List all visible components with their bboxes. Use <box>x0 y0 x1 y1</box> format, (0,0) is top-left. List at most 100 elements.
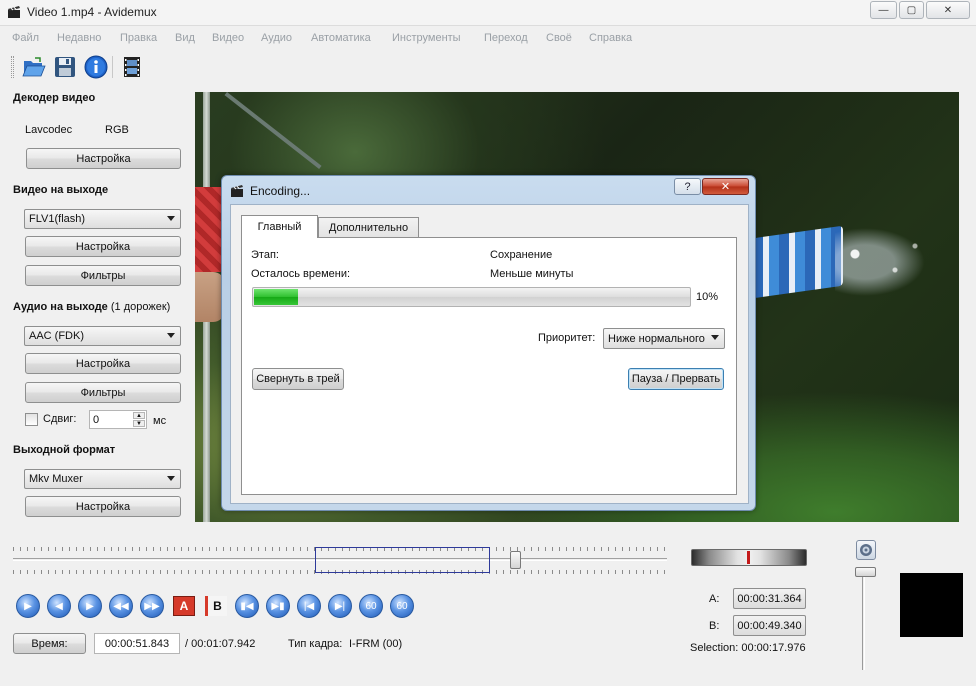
settings-panel: Декодер видео Lavcodec RGB Настройка Вид… <box>0 86 192 526</box>
frame-type-value: I-FRM (00) <box>349 638 403 650</box>
film-icon <box>124 57 140 77</box>
tab-panel: Этап: Сохранение Осталось времени: Меньш… <box>241 237 737 495</box>
current-time-field[interactable]: 00:00:51.843 <box>94 633 180 654</box>
clapperboard-icon <box>231 185 243 197</box>
tab-advanced[interactable]: Дополнительно <box>318 217 419 237</box>
back-60s-button[interactable]: 60 <box>359 594 383 618</box>
encoding-dialog: Encoding... ? ✕ Главный Дополнительно Эт… <box>221 175 756 511</box>
audio-config-button[interactable]: Настройка <box>25 353 181 374</box>
decoder-config-button[interactable]: Настройка <box>26 148 181 169</box>
marker-a-time[interactable]: 00:00:31.364 <box>733 588 806 609</box>
video-filters-button[interactable]: Фильтры <box>25 265 181 286</box>
timeline-thumb[interactable] <box>510 551 521 569</box>
shift-unit: мс <box>153 415 167 427</box>
menu-audio[interactable]: Аудио <box>261 32 292 44</box>
muxer-select[interactable]: Mkv Muxer <box>24 469 181 489</box>
minimize-to-tray-button[interactable]: Свернуть в трей <box>252 368 344 390</box>
goto-b-icon: ▶▮ <box>271 600 285 612</box>
arrow-left-icon: ◀ <box>55 600 63 612</box>
audio-codec-select[interactable]: AAC (FDK) <box>24 326 181 346</box>
go-to-marker-a-button[interactable]: ▮◀ <box>235 594 259 618</box>
pause-abort-button[interactable]: Пауза / Прервать <box>628 368 724 390</box>
priority-select[interactable]: Ниже нормального <box>603 328 725 349</box>
marker-a-icon: A <box>179 599 189 613</box>
set-marker-a-button[interactable]: A <box>173 596 195 616</box>
chevron-down-icon <box>711 335 719 340</box>
audio-codec-value: AAC (FDK) <box>29 330 84 342</box>
arrow-right-icon: ▶ <box>86 600 94 612</box>
goto-a-icon: ▮◀ <box>240 600 254 612</box>
previous-frame-button[interactable]: ◀ <box>47 594 71 618</box>
phase-value: Сохранение <box>490 249 553 261</box>
video-sleeve <box>195 187 223 272</box>
info-icon <box>84 55 108 79</box>
jog-shuttle[interactable] <box>691 549 807 566</box>
shift-value: 0 <box>93 414 100 426</box>
menu-view[interactable]: Вид <box>175 32 195 44</box>
video-tube <box>753 225 843 299</box>
video-splash <box>835 222 935 302</box>
volume-slider[interactable] <box>862 567 865 670</box>
go-to-marker-b-button[interactable]: ▶▮ <box>266 594 290 618</box>
menu-edit[interactable]: Правка <box>120 32 157 44</box>
muxer-value: Mkv Muxer <box>29 473 83 485</box>
dialog-title: Encoding... <box>250 184 311 198</box>
info-button[interactable] <box>83 54 109 80</box>
next-black-frame-button[interactable]: ▶| <box>328 594 352 618</box>
set-marker-b-button[interactable]: B <box>205 596 227 616</box>
shift-checkbox[interactable] <box>25 413 38 426</box>
selection-duration: Selection: 00:00:17.976 <box>690 642 806 654</box>
marker-b-time[interactable]: 00:00:49.340 <box>733 615 806 636</box>
menu-help[interactable]: Справка <box>589 32 632 44</box>
forward-60s-button[interactable]: 60 <box>390 594 414 618</box>
next-keyframe-button[interactable]: ▶▶ <box>140 594 164 618</box>
video-codec-value: FLV1(flash) <box>29 213 86 225</box>
video-properties-button[interactable] <box>119 54 145 80</box>
decoder-title: Декодер видео <box>13 92 96 104</box>
audio-track-count: (1 дорожек) <box>110 301 171 313</box>
speaker-icon <box>860 544 872 556</box>
progress-fill <box>254 289 298 305</box>
volume-button[interactable] <box>856 540 876 560</box>
previous-keyframe-button[interactable]: ◀◀ <box>109 594 133 618</box>
video-codec-select[interactable]: FLV1(flash) <box>24 209 181 229</box>
menu-video[interactable]: Видео <box>212 32 244 44</box>
audio-filters-button[interactable]: Фильтры <box>25 382 181 403</box>
play-button[interactable]: ▶ <box>16 594 40 618</box>
save-button[interactable] <box>52 54 78 80</box>
tab-main[interactable]: Главный <box>241 215 318 238</box>
decoder-name: Lavcodec <box>25 124 73 136</box>
audio-output-label: Аудио на выходе <box>13 301 108 313</box>
menu-file[interactable]: Файл <box>12 32 39 44</box>
menu-auto[interactable]: Автоматика <box>311 32 371 44</box>
minimize-button[interactable]: — <box>870 1 897 19</box>
video-output-title: Видео на выходе <box>13 184 109 196</box>
previous-black-frame-button[interactable]: |◀ <box>297 594 321 618</box>
volume-thumb[interactable] <box>855 567 876 577</box>
total-duration: / 00:01:07.942 <box>185 638 256 650</box>
spin-down-icon[interactable]: ▼ <box>133 420 145 427</box>
progress-percent: 10% <box>696 291 719 303</box>
menu-bar: Файл Недавно Правка Вид Видео Аудио Авто… <box>0 28 976 48</box>
spin-up-icon[interactable]: ▲ <box>133 412 145 419</box>
open-button[interactable] <box>21 54 47 80</box>
next-frame-button[interactable]: ▶ <box>78 594 102 618</box>
video-config-button[interactable]: Настройка <box>25 236 181 257</box>
maximize-button[interactable]: ▢ <box>899 1 924 19</box>
priority-label: Приоритет: <box>538 332 596 344</box>
menu-tools[interactable]: Инструменты <box>392 32 461 44</box>
marker-b-label: B: <box>709 620 720 632</box>
menu-recent[interactable]: Недавно <box>57 32 101 44</box>
selection-range <box>315 547 490 573</box>
shift-spinbox[interactable]: 0 ▲ ▼ <box>89 410 147 429</box>
help-button[interactable]: ? <box>674 178 701 195</box>
play-icon: ▶ <box>24 600 32 612</box>
dialog-close-button[interactable]: ✕ <box>702 178 749 195</box>
video-pole-diagonal <box>224 92 322 170</box>
menu-custom[interactable]: Своё <box>546 32 572 44</box>
toolbar-separator <box>112 56 113 78</box>
time-button[interactable]: Время: <box>13 633 86 654</box>
menu-go[interactable]: Переход <box>484 32 528 44</box>
close-button[interactable]: ✕ <box>926 1 970 19</box>
muxer-config-button[interactable]: Настройка <box>25 496 181 517</box>
